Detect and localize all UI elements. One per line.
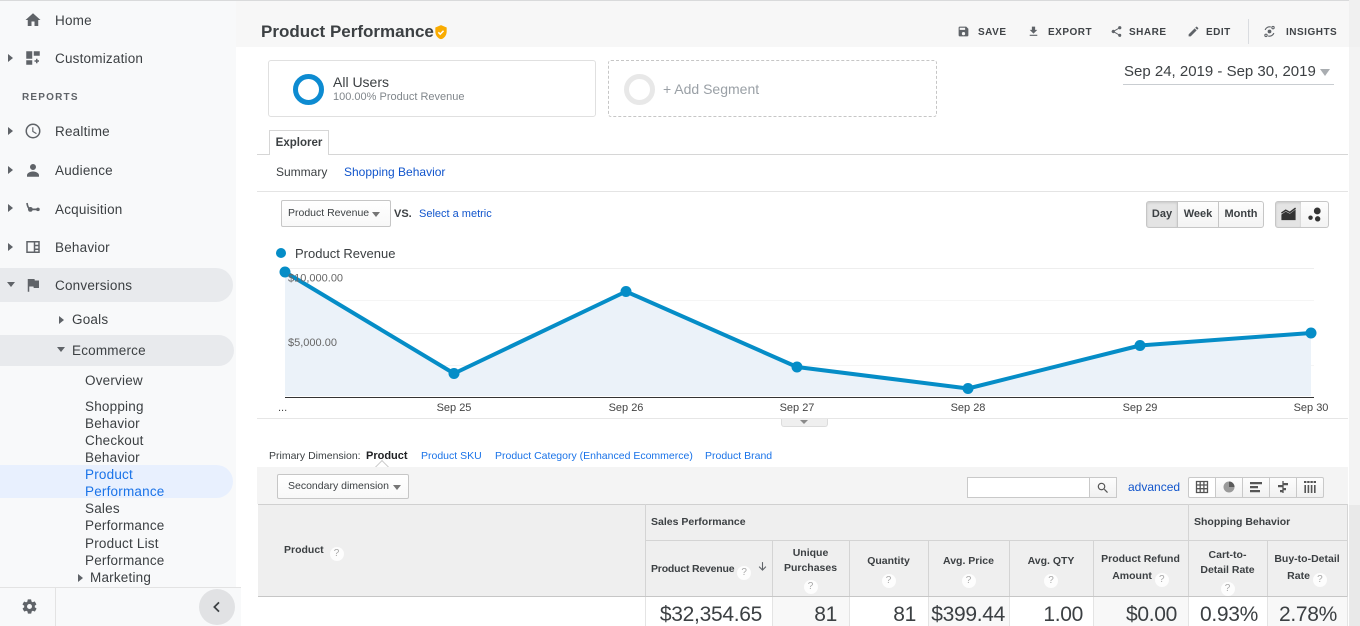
svg-text:Sep 26: Sep 26 <box>609 402 644 414</box>
svg-text:Sep 28: Sep 28 <box>951 402 986 414</box>
svg-text:Sep 29: Sep 29 <box>1123 402 1158 414</box>
svg-text:Sep 27: Sep 27 <box>780 402 815 414</box>
svg-text:...: ... <box>278 402 287 414</box>
svg-text:$5,000.00: $5,000.00 <box>288 337 337 349</box>
svg-text:Sep 30: Sep 30 <box>1294 402 1329 414</box>
svg-text:Sep 25: Sep 25 <box>437 402 472 414</box>
svg-text:$10,000.00: $10,000.00 <box>288 273 343 285</box>
